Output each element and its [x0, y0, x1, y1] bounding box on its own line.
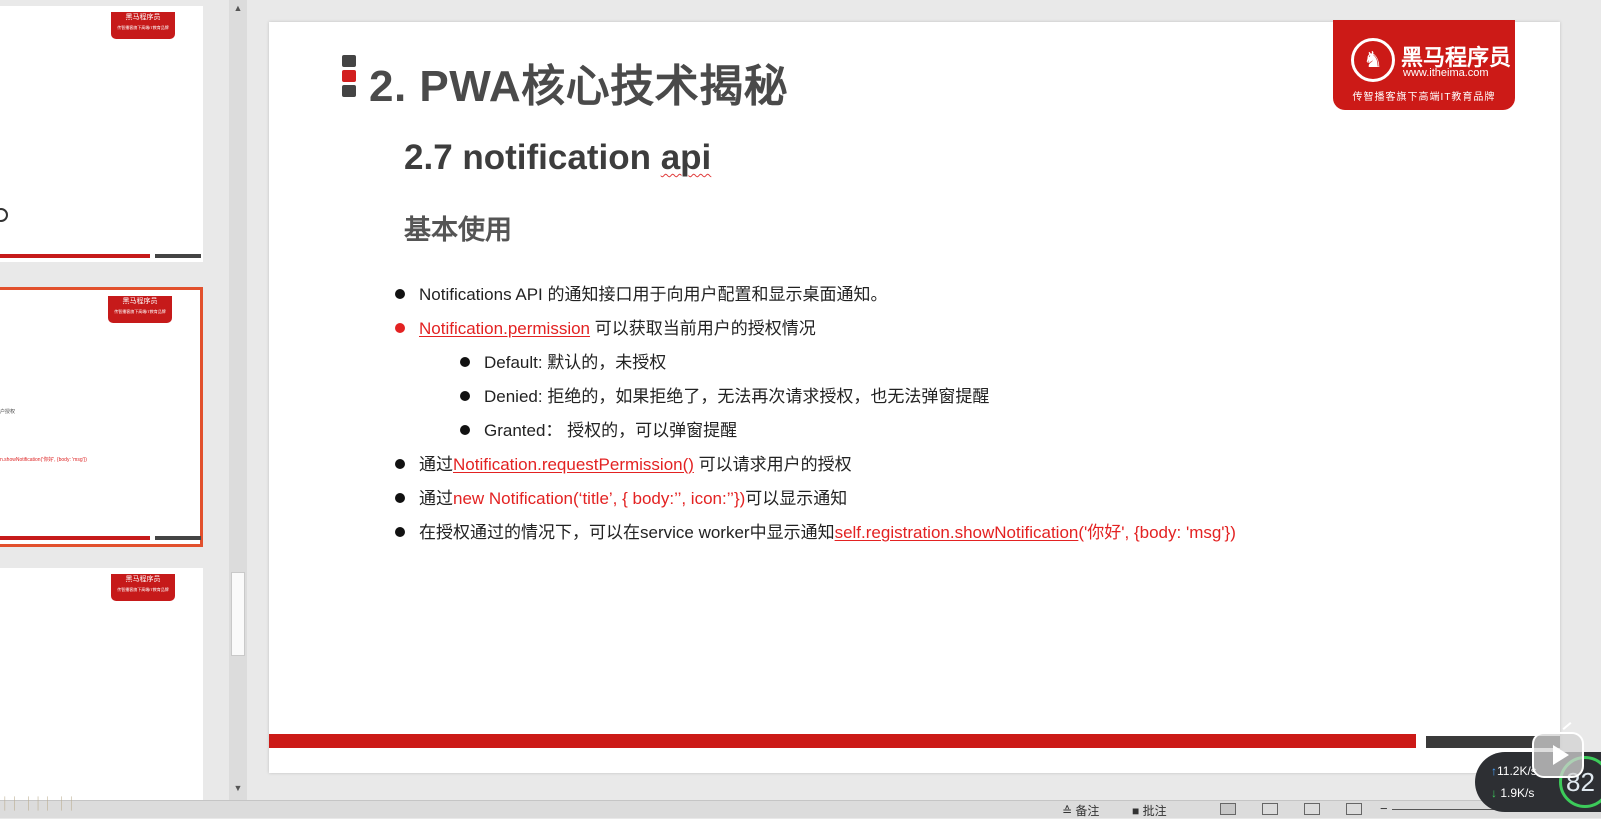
bullet-dot-icon [395, 289, 405, 299]
notes-button[interactable]: ≙ 备注 [1062, 802, 1099, 819]
bullet-item: 通过new Notification(‘title’, { body:’’, i… [395, 488, 847, 510]
logo-tagline: 传智播客旗下高端IT教育品牌 [1352, 92, 1496, 103]
api-link[interactable]: Notification.permission [419, 319, 590, 338]
bullet-dot-icon [460, 357, 470, 367]
thumbnail-circle-icon [0, 208, 8, 222]
horse-logo-icon: ♞ [1351, 38, 1395, 82]
sub-bullet-item: Denied: 拒绝的，如果拒绝了，无法再次请求授权，也无法弹窗提醒 [460, 386, 989, 408]
spellcheck-word: api [660, 138, 712, 177]
bullet-item: Notification.permission 可以获取当前用户的授权情况 [395, 318, 816, 340]
thumbnail-logo: 黑马程序员 传智播客旗下高端IT教育品牌 [111, 12, 175, 39]
bullet-dot-icon [395, 527, 405, 537]
upload-speed: ↑11.2K/s [1491, 764, 1537, 778]
thumbnail-text: 户授权 [0, 409, 16, 415]
section-title: 2.7 notification api [404, 138, 712, 177]
sub-bullet-item: Granted： 授权的，可以弹窗提醒 [460, 420, 737, 442]
slideshow-view-icon[interactable] [1346, 803, 1362, 815]
thumbnail-footer-bar [0, 536, 150, 540]
sub-bullet-item: Default: 默认的，未授权 [460, 352, 666, 374]
zoom-out-icon[interactable]: − [1380, 801, 1388, 816]
bullet-dot-icon [395, 493, 405, 503]
slide-thumbnail-2-selected[interactable]: 黑马程序员 传智播客旗下高端IT教育品牌 户授权 n.showNotificat… [0, 287, 203, 547]
thumbnail-footer-dark-bar [155, 254, 201, 258]
thumbnail-footer-bar [0, 254, 150, 258]
download-speed: ↓ 1.9K/s [1491, 786, 1535, 800]
thumbnail-text: n.showNotification('你好', {body: 'msg'}) [0, 457, 87, 463]
watermark-text: ᛁᛁ ᛁᛁᛁ ᛁᛁ [0, 796, 77, 813]
bullet-dot-icon [460, 425, 470, 435]
comments-icon: ■ [1132, 804, 1140, 818]
scrollbar-thumb[interactable] [231, 572, 245, 656]
slide-sorter-view-icon[interactable] [1262, 803, 1278, 815]
brand-logo: ♞ 黑马程序员 www.itheima.com 传智播客旗下高端IT教育品牌 [1333, 20, 1515, 110]
play-icon [1553, 745, 1569, 765]
slide-thumbnail-pane: 黑马程序员 传智播客旗下高端IT教育品牌 黑马程序员 传智播客旗下高端IT教育品… [0, 0, 232, 800]
sub-heading: 基本使用 [404, 215, 512, 245]
api-link[interactable]: self.registration.showNotification [835, 523, 1079, 542]
slide-title: 2. PWA核心技术揭秘 [369, 62, 789, 111]
scroll-down-arrow-icon[interactable]: ▼ [229, 780, 247, 796]
logo-url: www.itheima.com [1403, 67, 1489, 79]
comments-button[interactable]: ■ 批注 [1132, 802, 1167, 819]
reading-view-icon[interactable] [1304, 803, 1320, 815]
slide-thumbnail-1[interactable]: 黑马程序员 传智播客旗下高端IT教育品牌 [0, 6, 203, 262]
bullet-item: Notifications API 的通知接口用于向用户配置和显示桌面通知。 [395, 284, 888, 306]
thumbnail-logo: 黑马程序员 传智播客旗下高端IT教育品牌 [111, 574, 175, 601]
thumbnail-logo: 黑马程序员 传智播客旗下高端IT教育品牌 [108, 296, 172, 323]
bullet-dot-icon [395, 323, 405, 333]
thumbnail-footer-dark-bar [155, 536, 201, 540]
status-bar: ≙ 备注 ■ 批注 − + [0, 800, 1601, 818]
slide-thumbnail-3[interactable]: 黑马程序员 传智播客旗下高端IT教育品牌 [0, 568, 203, 800]
slide-footer-bar [269, 734, 1416, 748]
notes-icon: ≙ [1062, 804, 1073, 818]
bullet-item: 通过Notification.requestPermission() 可以请求用… [395, 454, 852, 476]
main-slide[interactable]: 2. PWA核心技术揭秘 ♞ 黑马程序员 www.itheima.com 传智播… [269, 20, 1560, 773]
bullet-item: 在授权通过的情况下，可以在service worker中显示通知self.reg… [395, 522, 1236, 544]
thumbnail-scrollbar[interactable]: ▲ ▼ [229, 0, 247, 800]
api-link[interactable]: Notification.requestPermission() [453, 455, 694, 474]
bullet-dot-icon [460, 391, 470, 401]
normal-view-icon[interactable] [1220, 803, 1236, 815]
title-marker-icon [342, 55, 356, 100]
scroll-up-arrow-icon[interactable]: ▲ [229, 0, 247, 16]
bullet-dot-icon [395, 459, 405, 469]
video-play-button[interactable] [1532, 722, 1584, 778]
